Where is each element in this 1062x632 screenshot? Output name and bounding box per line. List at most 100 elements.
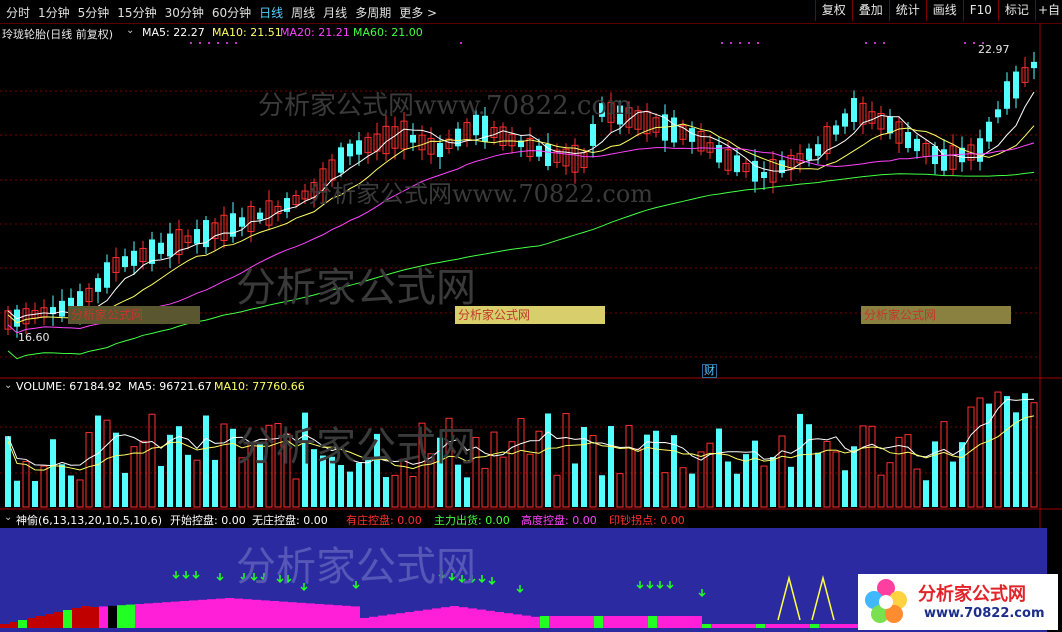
high-price-marker: 22.97 — [978, 43, 1010, 56]
watermark-box: 分析家公式网 — [861, 306, 1011, 324]
indicator-bar — [369, 616, 378, 628]
candle-down — [1013, 71, 1019, 99]
indicator-bar — [216, 598, 225, 628]
indicator-bar — [324, 604, 333, 628]
candle-down — [257, 212, 263, 220]
low-price-marker: 16.60 — [18, 331, 50, 344]
volume-bar-down — [851, 446, 857, 507]
volume-bar-up — [148, 413, 156, 508]
volume-bar-down — [338, 465, 344, 507]
marker-dot — [460, 42, 462, 44]
volume-value: VOLUME: 67184.92 — [16, 380, 122, 393]
indicator-bar — [630, 616, 639, 628]
volume-bar-down — [806, 424, 812, 507]
volume-bar-down — [320, 455, 326, 507]
volume-bar-down — [302, 412, 308, 507]
indicator-bar — [180, 601, 189, 628]
candle-down — [986, 121, 992, 142]
volume-bar-up — [634, 448, 642, 508]
indicator-bar — [837, 624, 846, 628]
volume-bar-down — [572, 463, 578, 507]
indicator-bar — [486, 610, 495, 628]
ma20-line — [7, 142, 1035, 334]
finance-event-marker[interactable]: 财 — [702, 364, 717, 378]
indicator-bar — [585, 616, 594, 628]
volume-bar-up — [904, 434, 912, 508]
volume-bar-down — [959, 442, 965, 507]
chevron-down-icon[interactable]: ⌄ — [126, 25, 134, 36]
volume-bar-up — [535, 430, 543, 508]
volume-bar-up — [778, 435, 786, 508]
candle-down — [95, 278, 101, 292]
logo-name: 分析家公式网 — [918, 584, 1026, 605]
indicator-bar — [288, 602, 297, 628]
candle-down — [671, 117, 677, 143]
volume-bar-down — [842, 470, 848, 507]
volume-bar-down — [311, 449, 317, 507]
volume-bar-up — [103, 419, 111, 508]
candle-down — [833, 125, 839, 135]
volume-bar-down — [770, 457, 776, 507]
indicator-item: 主力出货: 0.00 — [434, 514, 510, 527]
volume-bar-up — [22, 460, 30, 508]
candle-down — [167, 233, 173, 257]
indicator-bar — [99, 606, 108, 628]
indicator-bar — [333, 605, 342, 628]
volume-bar-down — [734, 473, 740, 507]
marker-dot — [190, 42, 192, 44]
candle-down — [239, 217, 245, 227]
indicator-bar — [603, 616, 612, 628]
volume-bar-up — [859, 425, 867, 508]
volume-bar-down — [383, 477, 389, 507]
candle-down — [995, 109, 1001, 118]
volume-bar-up — [526, 453, 534, 508]
candle-down — [347, 143, 353, 157]
candle-down — [131, 250, 137, 266]
indicator-bar — [306, 603, 315, 628]
indicator-bar — [810, 624, 819, 628]
volume-bar-up — [427, 453, 435, 508]
indicator-bar — [117, 605, 126, 628]
volume-bar-down — [95, 415, 101, 507]
indicator-bar — [270, 601, 279, 628]
indicator-bar — [738, 624, 747, 628]
indicator-bar — [639, 616, 648, 628]
marker-dot — [199, 42, 201, 44]
candle-down — [194, 229, 200, 244]
volume-bar-up — [913, 468, 921, 508]
volume-bar-up — [193, 459, 201, 508]
volume-bar-down — [932, 441, 938, 507]
volume-bar-down — [122, 472, 128, 507]
chevron-down-icon[interactable]: ⌄ — [4, 512, 12, 523]
volume-bar-down — [464, 477, 470, 507]
volume-bar-down — [14, 480, 20, 507]
candle-down — [905, 132, 911, 148]
volume-bar-down — [212, 459, 218, 507]
volume-bar-up — [40, 465, 48, 508]
volume-bar-up — [940, 421, 948, 508]
candle-down — [977, 138, 983, 162]
volume-bar-up — [1030, 402, 1038, 508]
indicator-bar — [18, 620, 27, 628]
indicator-bar — [54, 612, 63, 628]
indicator-bar — [27, 618, 36, 628]
indicator-item: 无庄控盘: 0.00 — [252, 514, 328, 527]
volume-bar-down — [32, 481, 38, 507]
ma60-line — [7, 171, 1035, 360]
watermark-box: 分析家公式网 — [455, 306, 605, 324]
indicator-bar — [522, 615, 531, 628]
candle-down — [599, 103, 605, 117]
indicator-bar — [441, 607, 450, 628]
ma10-value: MA10: 21.51 — [212, 26, 282, 39]
indicator-item: 高度控盘: 0.00 — [521, 514, 597, 527]
indicator-bar — [225, 598, 234, 628]
ma20-value: MA20: 21.21 — [280, 26, 350, 39]
stock-title: 玲珑轮胎(日线 前复权) — [2, 28, 114, 41]
volume-bar-up — [409, 476, 417, 508]
candle-down — [734, 155, 740, 173]
chevron-down-icon[interactable]: ⌄ — [4, 380, 12, 391]
indicator-bar — [387, 614, 396, 628]
indicator-bar — [621, 616, 630, 628]
indicator-bar — [378, 615, 387, 628]
marker-dot — [964, 42, 966, 44]
